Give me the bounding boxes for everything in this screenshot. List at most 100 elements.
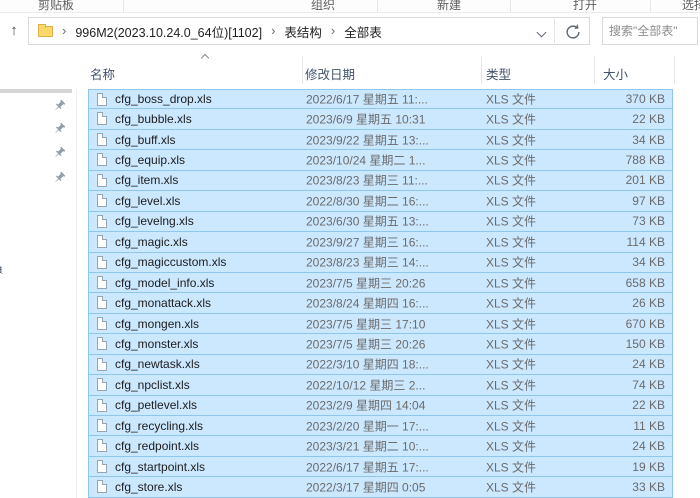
navigate-up-button[interactable]: ↑ [2, 20, 26, 44]
file-name: cfg_level.xls [115, 193, 181, 208]
table-row[interactable]: cfg_bubble.xls 2023/6/9 星期五 10:31 XLS 文件… [88, 109, 673, 130]
file-date-modified: 2023/2/20 星期一 17:... [306, 419, 429, 434]
column-header-name[interactable]: 名称 [90, 64, 115, 83]
xls-file-icon [97, 459, 107, 473]
file-date-modified: 2022/6/17 星期五 17:... [306, 460, 429, 475]
xls-file-icon [97, 255, 107, 269]
address-dropdown-chevron-icon[interactable] [536, 27, 547, 38]
ribbon-separator [510, 0, 511, 12]
column-divider [302, 56, 303, 84]
file-date-modified: 2023/7/5 星期三 20:26 [306, 276, 426, 291]
file-size: 114 KB [626, 234, 665, 249]
file-name: cfg_monster.xls [115, 336, 199, 351]
breadcrumb: › 996M2(2023.10.24.0_64位)[1102] › 表结构 › … [29, 22, 382, 41]
file-name: cfg_npclist.xls [115, 377, 190, 392]
file-type: XLS 文件 [486, 276, 537, 291]
file-name: cfg_item.xls [115, 173, 179, 188]
breadcrumb-separator-icon: › [330, 22, 336, 38]
folder-icon [38, 23, 53, 37]
file-date-modified: 2023/8/24 星期四 16:... [306, 296, 429, 311]
table-row[interactable]: cfg_redpoint.xls 2023/3/21 星期二 10:... XL… [88, 436, 673, 457]
pin-icon[interactable] [53, 122, 66, 135]
breadcrumb-separator-icon: › [62, 22, 67, 38]
column-header-size[interactable]: 大小 [603, 64, 628, 83]
search-input[interactable] [602, 17, 698, 45]
xls-file-icon [97, 316, 107, 330]
xls-file-icon [97, 439, 107, 453]
file-name: cfg_magic.xls [115, 234, 188, 249]
file-size: 33 KB [632, 480, 665, 495]
table-row[interactable]: cfg_newtask.xls 2022/3/10 星期四 18:... XLS… [88, 354, 673, 376]
file-list-body: cfg_boss_drop.xls 2022/6/17 星期五 11:... X… [88, 89, 673, 498]
xls-file-icon [97, 398, 107, 412]
table-row[interactable]: cfg_recycling.xls 2023/2/20 星期一 17:... X… [88, 416, 673, 437]
breadcrumb-item-middle[interactable]: 表结构 [284, 22, 322, 41]
xls-file-icon [97, 93, 107, 106]
file-type: XLS 文件 [486, 398, 537, 413]
table-row[interactable]: cfg_item.xls 2023/8/23 星期三 11:... XLS 文件… [88, 170, 673, 192]
file-name: cfg_equip.xls [115, 153, 186, 168]
file-size: 22 KB [632, 398, 665, 413]
table-row[interactable]: cfg_mongen.xls 2023/7/5 星期三 17:10 XLS 文件… [88, 313, 673, 335]
table-row[interactable]: cfg_store.xls 2022/3/17 星期四 0:05 XLS 文件 … [88, 477, 673, 498]
ribbon-group-new: 新建 [437, 0, 462, 12]
table-row[interactable]: cfg_boss_drop.xls 2022/6/17 星期五 11:... X… [88, 89, 673, 110]
file-name: cfg_petlevel.xls [115, 398, 198, 413]
file-size: 11 KB [633, 418, 665, 433]
xls-file-icon [97, 419, 107, 432]
table-row[interactable]: cfg_buff.xls 2023/9/22 星期五 13:... XLS 文件… [88, 129, 673, 151]
file-type: XLS 文件 [486, 173, 537, 188]
table-row[interactable]: cfg_magiccustom.xls 2023/8/23 星期三 14:...… [88, 252, 673, 273]
column-header-type[interactable]: 类型 [486, 64, 511, 83]
table-row[interactable]: cfg_startpoint.xls 2022/6/17 星期五 17:... … [88, 456, 673, 478]
file-type: XLS 文件 [486, 153, 537, 168]
ribbon-group-clipboard: 剪贴板 [38, 0, 75, 12]
ribbon-separator [123, 0, 124, 12]
breadcrumb-item-root[interactable]: 996M2(2023.10.24.0_64位)[1102] [75, 22, 262, 41]
table-row[interactable]: cfg_model_info.xls 2023/7/5 星期三 20:26 XL… [88, 272, 673, 294]
address-breadcrumb-box[interactable]: › 996M2(2023.10.24.0_64位)[1102] › 表结构 › … [28, 17, 590, 45]
file-type: XLS 文件 [486, 255, 537, 270]
column-divider [594, 56, 595, 84]
pin-icon[interactable] [53, 99, 66, 112]
table-row[interactable]: cfg_npclist.xls 2022/10/12 星期三 2... XLS … [88, 375, 673, 396]
table-row[interactable]: cfg_petlevel.xls 2023/2/9 星期四 14:04 XLS … [88, 395, 673, 416]
file-name: cfg_redpoint.xls [115, 439, 200, 454]
file-size: 34 KB [632, 255, 665, 270]
file-size: 97 KB [632, 193, 665, 208]
file-type: XLS 文件 [486, 92, 537, 107]
table-row[interactable]: cfg_monster.xls 2023/7/5 星期三 20:26 XLS 文… [88, 334, 673, 355]
file-name: cfg_levelng.xls [115, 214, 194, 229]
sort-ascending-icon [200, 53, 210, 63]
file-name: cfg_monattack.xls [115, 296, 212, 311]
file-date-modified: 2023/8/23 星期三 14:... [306, 255, 429, 270]
xls-file-icon [97, 173, 107, 187]
file-name: cfg_model_info.xls [115, 275, 215, 290]
table-row[interactable]: cfg_level.xls 2022/8/30 星期二 16:... XLS 文… [88, 191, 673, 212]
table-row[interactable]: cfg_equip.xls 2023/10/24 星期二 1... XLS 文件… [88, 150, 673, 171]
file-type: XLS 文件 [486, 214, 537, 229]
ribbon-strip: 剪贴板 组织 新建 打开 选择 [0, 0, 700, 13]
table-row[interactable]: cfg_magic.xls 2023/9/27 星期三 16:... XLS 文… [88, 232, 673, 253]
xls-file-icon [97, 132, 107, 146]
file-size: 370 KB [625, 92, 665, 107]
file-size: 22 KB [632, 112, 665, 127]
table-row[interactable]: cfg_monattack.xls 2023/8/24 星期四 16:... X… [88, 293, 673, 314]
column-divider [481, 56, 482, 84]
file-size: 34 KB [632, 132, 665, 147]
pin-icon[interactable] [53, 171, 66, 184]
table-row[interactable]: cfg_levelng.xls 2023/6/30 星期五 13:... XLS… [88, 211, 673, 233]
file-date-modified: 2023/10/24 星期二 1... [306, 153, 426, 168]
file-type: XLS 文件 [486, 480, 537, 495]
column-divider [674, 56, 675, 84]
file-date-modified: 2023/3/21 星期二 10:... [306, 439, 429, 454]
file-type: XLS 文件 [486, 378, 537, 393]
file-date-modified: 2023/7/5 星期三 20:26 [306, 337, 426, 352]
refresh-icon [566, 24, 580, 39]
column-header-date-modified[interactable]: 修改日期 [305, 64, 355, 83]
refresh-button[interactable] [564, 23, 582, 41]
pin-icon[interactable] [53, 146, 66, 159]
xls-file-icon [97, 214, 107, 228]
file-type: XLS 文件 [486, 296, 537, 311]
breadcrumb-item-current[interactable]: 全部表 [344, 22, 382, 41]
